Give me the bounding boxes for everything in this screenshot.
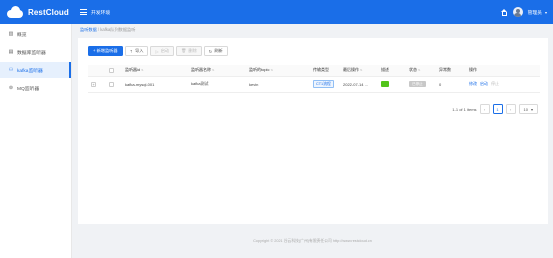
page-size-value: 10 — [523, 106, 528, 112]
sort-icon[interactable]: ⇅ — [418, 68, 421, 72]
column-actions: 操作 — [466, 65, 540, 77]
brand-logo[interactable]: RestCloud — [0, 0, 72, 24]
start-label: 启动 — [160, 48, 170, 53]
row-select[interactable] — [106, 76, 122, 93]
prev-page-button[interactable]: ‹ — [479, 104, 490, 114]
type-tag: CT1流程 — [313, 80, 334, 88]
database-icon: ▤ — [8, 49, 14, 55]
column-name[interactable]: 监听器名称⇅ — [188, 65, 246, 77]
menu-toggle-icon[interactable] — [80, 9, 87, 15]
brand-name: RestCloud — [28, 7, 69, 17]
sidebar-item-mq-listener[interactable]: ⊚ MQ监听器 — [0, 80, 71, 96]
table-row: + kafka-mysql-001 kafka测试 kevin CT1流程 20… — [88, 76, 540, 93]
column-desc: 描述 — [378, 65, 406, 77]
sidebar-item-label: kafka监听器 — [17, 68, 43, 74]
page-button[interactable]: 1 — [492, 104, 503, 114]
column-status[interactable]: 状态⇅ — [406, 65, 436, 77]
sort-icon[interactable]: ⇅ — [212, 68, 215, 72]
sidebar-item-overview[interactable]: ▥ 概览 — [0, 26, 71, 42]
column-expand — [88, 65, 106, 77]
chart-icon: ▥ — [8, 31, 14, 37]
start-button[interactable]: ▷ 启动 — [150, 46, 175, 56]
avatar[interactable] — [512, 7, 523, 17]
sidebar-item-label: 数据库监听器 — [17, 50, 46, 56]
trash-icon: 🗑 — [181, 48, 187, 53]
environment-label[interactable]: 开发环境 — [91, 9, 110, 16]
cell-id: kafka-mysql-001 — [122, 76, 188, 93]
column-topic[interactable]: 监听的topic⇅ — [246, 65, 310, 77]
import-icon: ⇡ — [129, 48, 134, 54]
status-badge: 已停止 — [409, 81, 426, 88]
cell-desc — [378, 76, 406, 93]
cell-name: kafka测试 — [188, 76, 246, 93]
refresh-icon: ↻ — [208, 48, 213, 54]
import-button[interactable]: ⇡ 导入 — [124, 46, 149, 56]
toolbar: + 新增监听器 ⇡ 导入 ▷ 启动 🗑 删除 ↻ 刷新 — [88, 46, 228, 56]
sort-icon[interactable]: ⇅ — [270, 68, 273, 72]
start-link[interactable]: 启动 — [480, 81, 488, 86]
play-icon: ▷ — [155, 48, 159, 54]
top-bar: RestCloud 开发环境 管理员 ▾ — [0, 0, 553, 24]
stop-link[interactable]: 停止 — [491, 81, 499, 86]
listener-table: 监听器id⇅ 监听器名称⇅ 监听的topic⇅ 传输类型 最后操作⇅ 描述 状态… — [88, 65, 540, 93]
sidebar: ▥ 概览 ▤ 数据库监听器 ⚇ kafka监听器 ⊚ MQ监听器 — [0, 24, 72, 258]
column-errors: 异常数 — [436, 65, 466, 77]
page-size-select[interactable]: 10 ▾ — [518, 104, 538, 114]
refresh-button[interactable]: ↻ 刷新 — [203, 46, 228, 56]
mq-icon: ⊚ — [8, 85, 14, 91]
row-expand[interactable]: + — [88, 76, 106, 93]
main-panel: + 新增监听器 ⇡ 导入 ▷ 启动 🗑 删除 ↻ 刷新 监听器id⇅ 监听器名称⇅ 监听… — [78, 38, 548, 224]
edit-link[interactable]: 修改 — [469, 81, 477, 86]
column-last-op[interactable]: 最后操作⇅ — [340, 65, 378, 77]
breadcrumb-root[interactable]: 监听数据 — [80, 27, 97, 32]
row-checkbox[interactable] — [109, 81, 114, 87]
cell-errors: 0 — [436, 76, 466, 93]
sidebar-item-label: 概览 — [17, 32, 27, 38]
delete-label: 删除 — [188, 48, 197, 53]
column-type: 传输类型 — [310, 65, 340, 77]
breadcrumb: 监听数据 / kafka队列数据监听 — [80, 27, 135, 33]
kafka-icon: ⚇ — [8, 67, 14, 73]
refresh-label: 刷新 — [214, 48, 223, 53]
breadcrumb-current: kafka队列数据监听 — [100, 27, 136, 32]
cell-actions: 修改 启动 停止 — [466, 76, 540, 93]
table-header-row: 监听器id⇅ 监听器名称⇅ 监听的topic⇅ 传输类型 最后操作⇅ 描述 状态… — [88, 65, 540, 77]
sort-icon[interactable]: ⇅ — [141, 68, 144, 72]
column-select[interactable] — [106, 65, 122, 77]
sort-icon[interactable]: ⇅ — [360, 68, 363, 72]
chevron-down-icon[interactable]: ▾ — [545, 10, 547, 15]
desc-status-badge — [381, 80, 389, 87]
add-listener-button[interactable]: + 新增监听器 — [88, 46, 123, 56]
cloud-icon — [6, 6, 24, 18]
sidebar-item-kafka-listener[interactable]: ⚇ kafka监听器 — [0, 62, 71, 78]
cell-type: CT1流程 — [310, 76, 340, 93]
footer: Copyright © 2021 谷云科技(广州)有限责任公司 http://w… — [253, 239, 372, 243]
pagination-summary: 1-1 of 1 items — [452, 106, 477, 112]
cell-last-op: 2022-07-14 ... — [340, 76, 378, 93]
expand-icon[interactable]: + — [91, 81, 96, 87]
cell-topic: kevin — [246, 76, 310, 93]
import-label: 导入 — [135, 48, 144, 53]
column-id[interactable]: 监听器id⇅ — [122, 65, 188, 77]
chevron-down-icon: ▾ — [530, 106, 533, 112]
delete-button[interactable]: 🗑 删除 — [176, 46, 202, 56]
cell-status: 已停止 — [406, 76, 436, 93]
next-page-button[interactable]: › — [505, 104, 516, 114]
select-all-checkbox[interactable] — [109, 67, 114, 73]
home-icon[interactable] — [500, 8, 508, 16]
sidebar-item-label: MQ监听器 — [17, 86, 40, 92]
pagination: 1-1 of 1 items ‹ 1 › 10 ▾ — [452, 104, 538, 114]
sidebar-item-database-listener[interactable]: ▤ 数据库监听器 — [0, 44, 71, 60]
user-name[interactable]: 管理员 — [528, 9, 542, 16]
